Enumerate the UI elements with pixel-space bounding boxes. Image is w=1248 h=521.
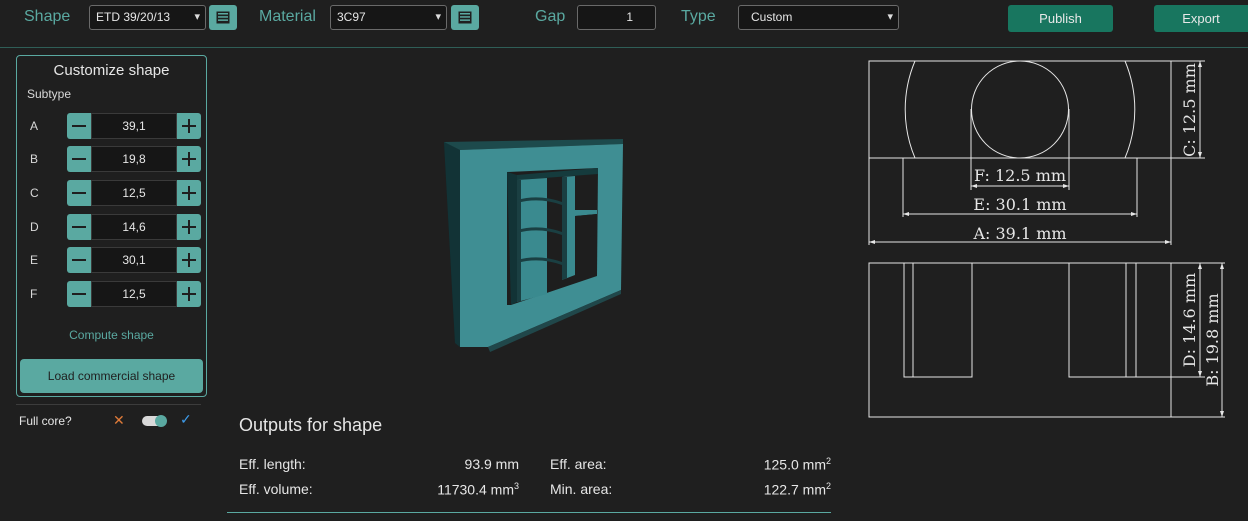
minus-icon[interactable] xyxy=(67,146,91,172)
eff-length-value: 93.9 mm xyxy=(464,456,519,472)
table-icon xyxy=(216,11,230,24)
material-table-button[interactable] xyxy=(451,5,479,30)
subtype-label: Subtype xyxy=(27,87,72,101)
param-label: E xyxy=(30,253,39,267)
type-select-value: Custom xyxy=(751,10,793,24)
param-label: D xyxy=(30,220,39,234)
full-core-label: Full core? xyxy=(19,414,72,428)
param-label: A xyxy=(30,119,39,133)
shape-label: Shape xyxy=(24,8,71,25)
plus-icon[interactable] xyxy=(177,247,201,273)
param-row-f: F 12,5 xyxy=(17,281,206,307)
material-select-value: 3C97 xyxy=(337,10,366,24)
param-label: B xyxy=(30,152,39,166)
shape-select[interactable]: ETD 39/20/13 ▾ xyxy=(89,5,206,30)
param-input-c[interactable]: 12,5 xyxy=(91,180,177,206)
eff-volume-label: Eff. volume: xyxy=(239,481,313,497)
top-toolbar: Shape ETD 39/20/13 ▾ Material 3C97 ▾ Gap… xyxy=(0,0,1248,48)
param-input-a[interactable]: 39,1 xyxy=(91,113,177,139)
min-area-value: 122.7 mm2 xyxy=(763,481,831,498)
shape-select-value: ETD 39/20/13 xyxy=(96,10,171,24)
plus-icon[interactable] xyxy=(177,113,201,139)
outputs-divider xyxy=(227,512,831,513)
dim-e-label: E: 30.1 mm xyxy=(973,195,1066,214)
chevron-down-icon: ▾ xyxy=(194,11,200,23)
export-button[interactable]: Export xyxy=(1154,5,1248,32)
full-core-toggle[interactable] xyxy=(142,415,167,427)
param-input-d[interactable]: 14,6 xyxy=(91,214,177,240)
compute-shape-link[interactable]: Compute shape xyxy=(17,328,206,342)
chevron-down-icon: ▾ xyxy=(887,11,893,23)
shape-table-button[interactable] xyxy=(209,5,237,30)
type-label: Type xyxy=(681,8,716,25)
minus-icon[interactable] xyxy=(67,281,91,307)
check-icon: ✓ xyxy=(180,411,192,427)
table-icon xyxy=(458,11,472,24)
dim-f-label: F: 12.5 mm xyxy=(974,166,1066,185)
outputs-title: Outputs for shape xyxy=(239,415,383,435)
dim-c-label: C: 12.5 mm xyxy=(1180,63,1199,157)
minus-icon[interactable] xyxy=(67,180,91,206)
panel-title: Customize shape xyxy=(53,62,170,79)
divider xyxy=(16,404,201,405)
cross-icon: ✕ xyxy=(113,412,125,428)
minus-icon[interactable] xyxy=(67,214,91,240)
param-row-c: C 12,5 xyxy=(17,180,206,206)
eff-volume-value: 11730.4 mm3 xyxy=(437,481,519,498)
param-input-e[interactable]: 30,1 xyxy=(91,247,177,273)
param-row-d: D 14,6 xyxy=(17,214,206,240)
toggle-knob xyxy=(155,415,167,427)
dim-a-label: A: 39.1 mm xyxy=(972,224,1066,243)
minus-icon[interactable] xyxy=(67,113,91,139)
technical-drawing: F: 12.5 mm E: 30.1 mm A: 39.1 mm C: 12.5… xyxy=(868,60,1225,418)
publish-button[interactable]: Publish xyxy=(1008,5,1113,32)
chevron-down-icon: ▾ xyxy=(435,11,441,23)
plus-icon[interactable] xyxy=(177,146,201,172)
minus-icon[interactable] xyxy=(67,247,91,273)
param-row-e: E 30,1 xyxy=(17,247,206,273)
plus-icon[interactable] xyxy=(177,214,201,240)
param-row-b: B 19,8 xyxy=(17,146,206,172)
min-area-label: Min. area: xyxy=(550,481,613,497)
eff-length-label: Eff. length: xyxy=(239,456,306,472)
customize-shape-panel: Customize shape Subtype A 39,1 B 19,8 C … xyxy=(16,55,207,397)
param-label: F xyxy=(30,287,38,301)
plus-icon[interactable] xyxy=(177,180,201,206)
dim-b-label: B: 19.8 mm xyxy=(1203,293,1222,386)
plus-icon[interactable] xyxy=(177,281,201,307)
gap-label: Gap xyxy=(535,8,566,25)
dim-d-label: D: 14.6 mm xyxy=(1180,273,1199,367)
param-row-a: A 39,1 xyxy=(17,113,206,139)
material-select[interactable]: 3C97 ▾ xyxy=(330,5,447,30)
material-label: Material xyxy=(259,8,316,25)
eff-area-label: Eff. area: xyxy=(550,456,607,472)
param-label: C xyxy=(30,186,39,200)
load-commercial-shape-button[interactable]: Load commercial shape xyxy=(20,359,203,393)
gap-input[interactable]: 1 xyxy=(577,5,656,30)
core-3d-view[interactable] xyxy=(425,130,640,355)
param-input-f[interactable]: 12,5 xyxy=(91,281,177,307)
param-input-b[interactable]: 19,8 xyxy=(91,146,177,172)
eff-area-value: 125.0 mm2 xyxy=(763,456,831,473)
type-select[interactable]: Custom ▾ xyxy=(738,5,899,30)
